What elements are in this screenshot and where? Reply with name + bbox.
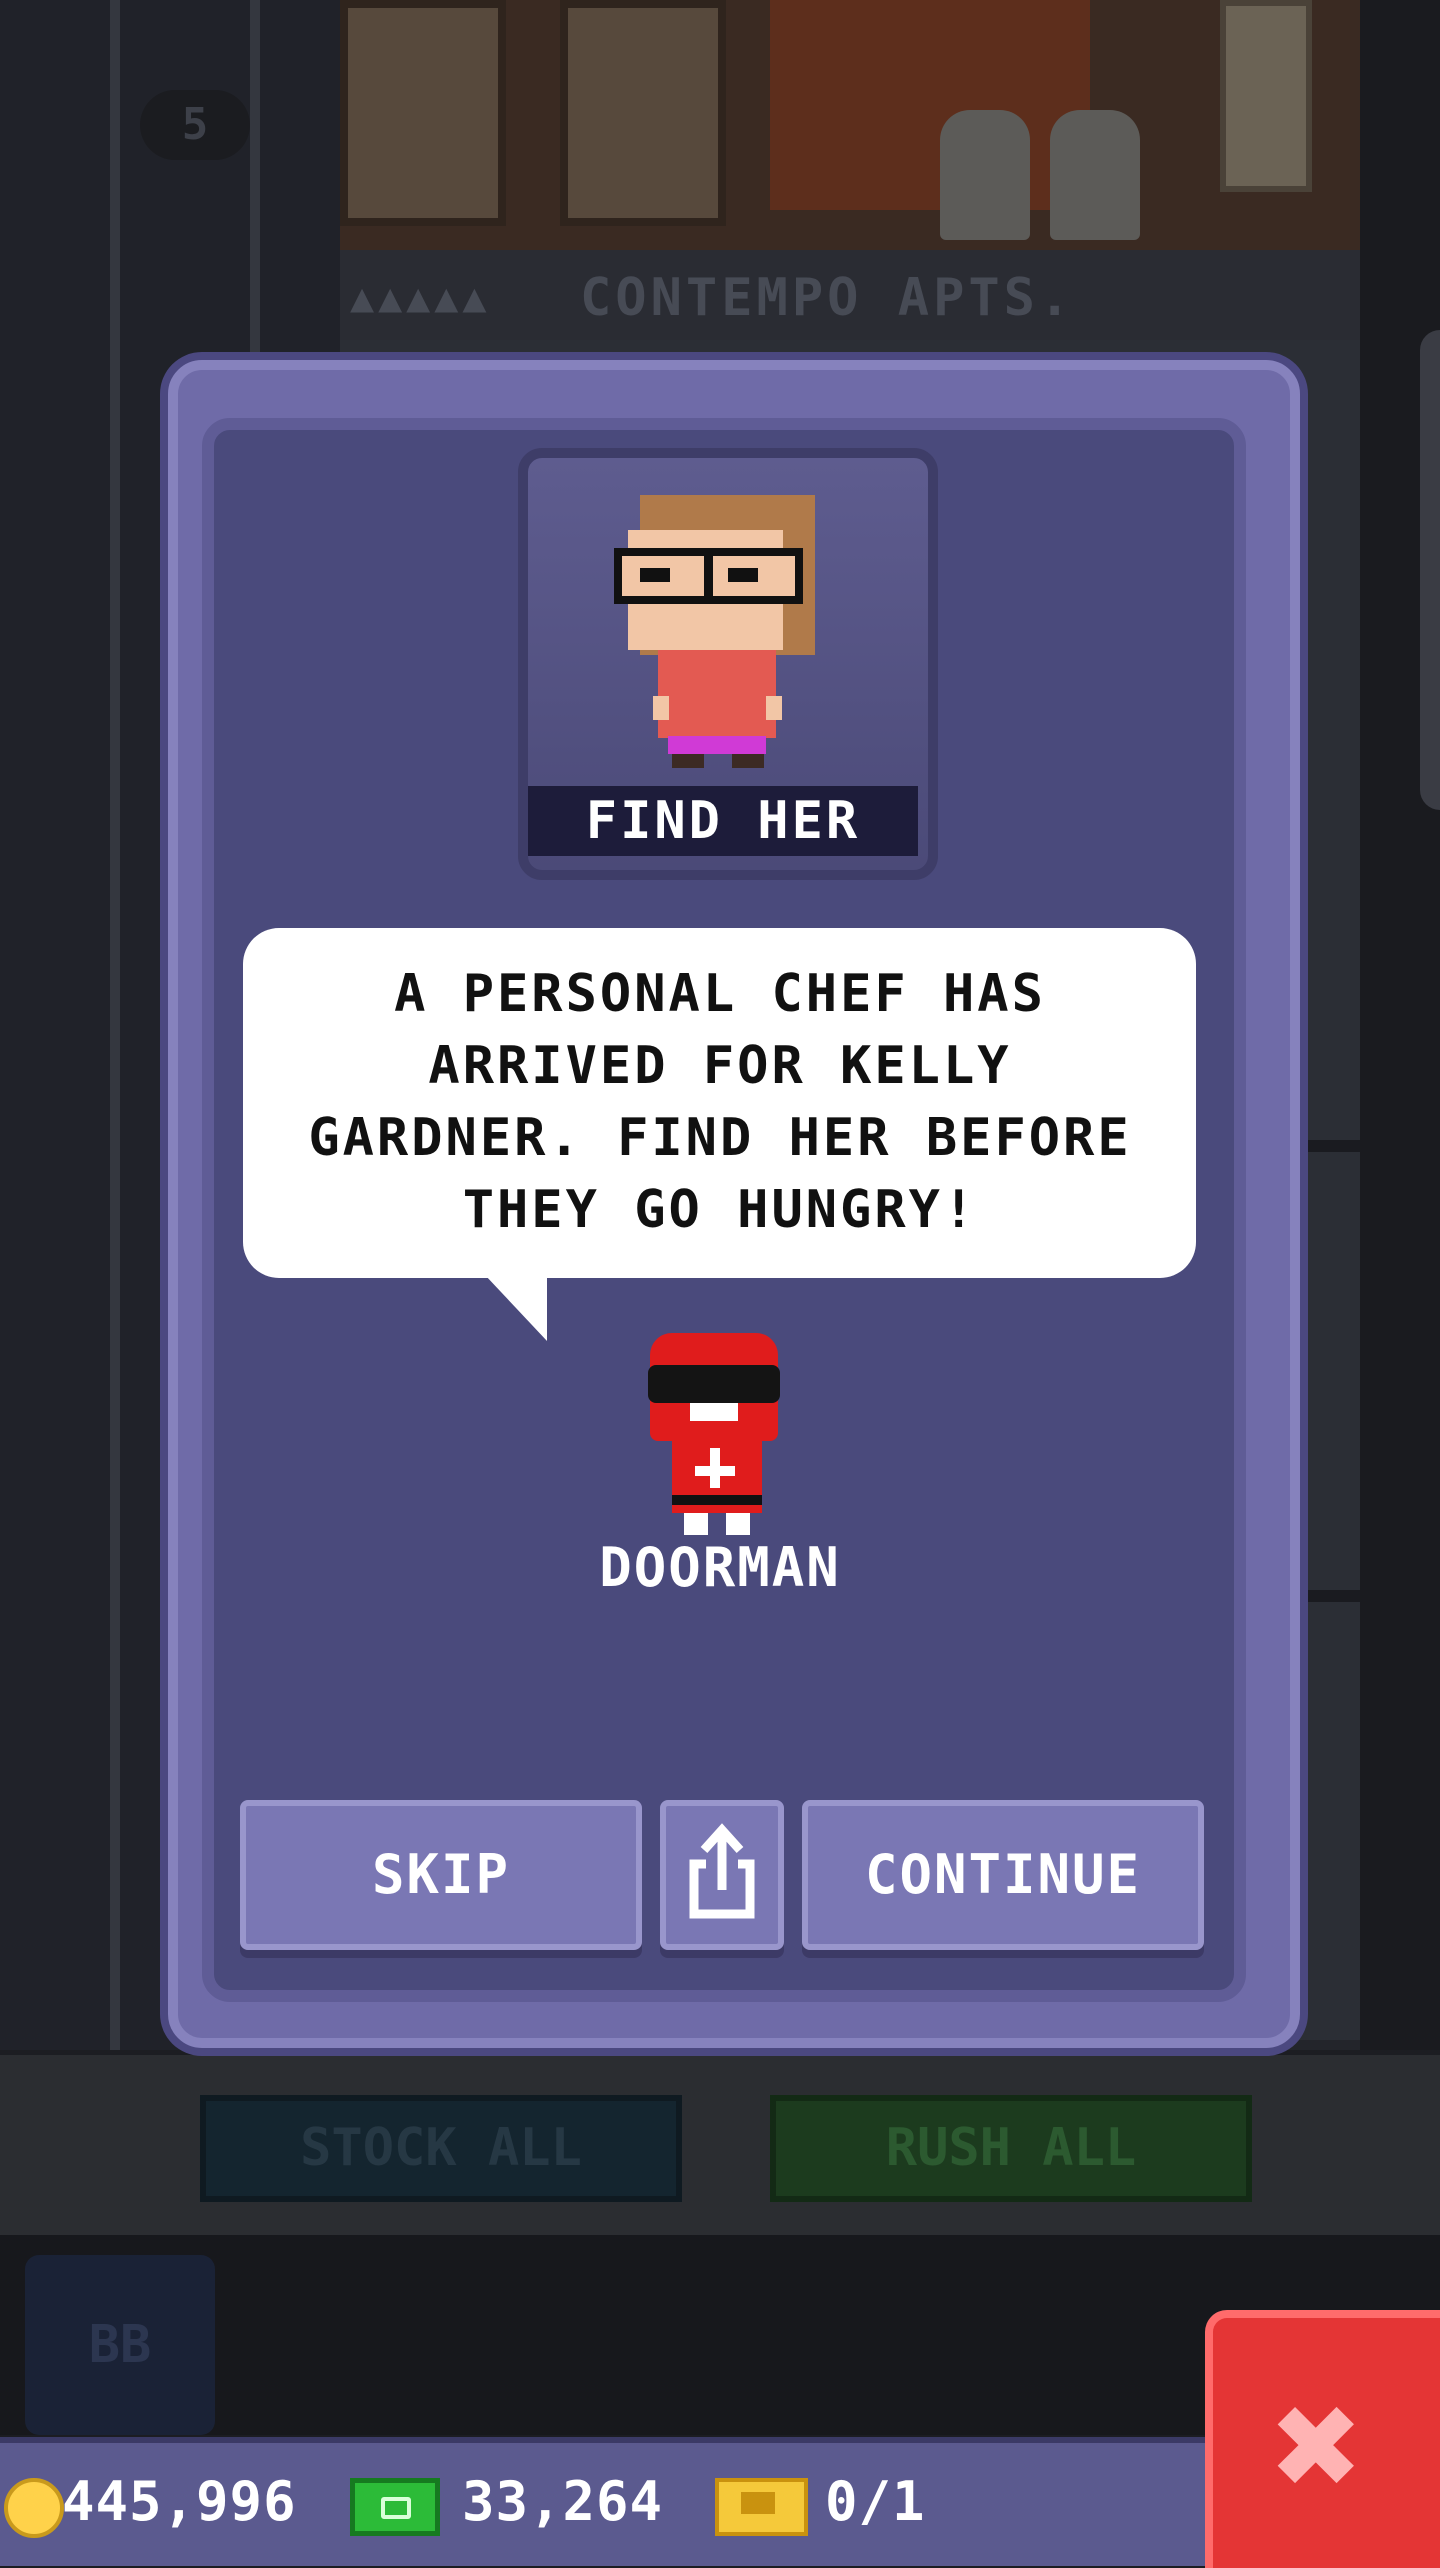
sprite-boot [684,1513,708,1535]
ticket-icon [715,2478,808,2536]
stock-all-button[interactable]: STOCK ALL [200,2095,682,2202]
ticket-count: 0/1 [825,2470,926,2533]
elevator-rail [110,0,120,2050]
sprite-belt [672,1495,762,1505]
rush-all-button[interactable]: RUSH ALL [770,2095,1252,2202]
chef-sprite [1050,110,1140,240]
sprite-foot [672,754,704,768]
floor-number-badge: 5 [140,90,250,160]
room-decor [770,0,1090,210]
floor-residents-indicator: ▲▲▲▲▲ [350,275,491,321]
event-message: A PERSONAL CHEF HAS ARRIVED FOR KELLY GA… [308,964,1132,1240]
continue-button[interactable]: CONTINUE [802,1800,1204,1950]
speaker-name: DOORMAN [599,1536,841,1599]
close-icon: ✖ [1273,2359,1364,2533]
sprite-skirt [668,736,766,754]
chef-sprite [940,110,1030,240]
right-edge [1360,0,1440,2050]
share-button[interactable] [660,1800,784,1950]
room-window [560,0,726,226]
room-window [340,0,506,226]
speech-bubble-tail [485,1275,547,1341]
sprite-hand [653,696,669,720]
sprite-boot [726,1513,750,1535]
sprite-visor [648,1365,780,1403]
sprite-hand [766,696,782,720]
sprite-shirt [658,650,776,738]
bux-count: 33,264 [462,2470,664,2533]
close-button[interactable]: ✖ [1205,2310,1440,2568]
floor-name: CONTEMPO APTS. [580,268,1075,328]
sprite-emblem [695,1466,735,1476]
side-tab[interactable] [1420,330,1440,810]
sprite-foot [732,754,764,768]
tower-bux-icon [350,2478,440,2536]
find-her-button[interactable]: FIND HER [528,786,918,856]
skip-button[interactable]: SKIP [240,1800,642,1950]
sprite-eye [728,568,758,582]
coin-count: 445,996 [62,2470,297,2533]
coin-icon [4,2478,64,2538]
floor-room-sushi [340,0,1360,250]
sprite-mouth [690,1403,738,1421]
share-icon [689,1823,755,1919]
room-sign [1220,0,1312,192]
sprite-eye [640,568,670,582]
bb-button[interactable]: BB [25,2255,215,2435]
